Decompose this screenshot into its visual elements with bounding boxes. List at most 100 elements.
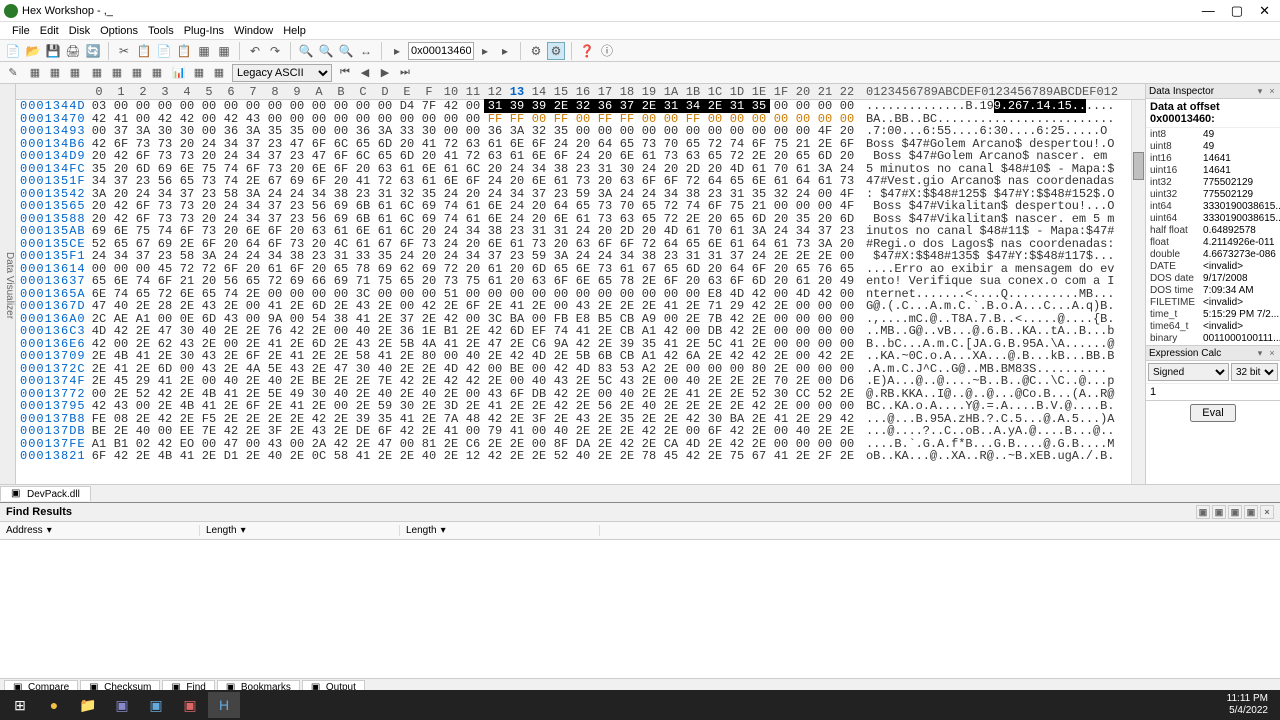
t2-7-icon[interactable]: ▦ [148, 64, 166, 82]
find-col-address[interactable]: Address [6, 525, 43, 536]
hex-row[interactable]: 0001344D0300000000000000000000000000D47F… [16, 100, 1145, 113]
chart-icon[interactable]: 📊 [170, 64, 188, 82]
expr-body[interactable]: 1 [1146, 384, 1280, 400]
menu-tools[interactable]: Tools [148, 25, 174, 37]
menu-disk[interactable]: Disk [69, 25, 90, 37]
inspector-row[interactable]: DATE<invalid> [1146, 260, 1280, 272]
hex-row[interactable]: 00013637656E746F212056657269666971756520… [16, 275, 1145, 288]
inspector-row[interactable]: float4.2114926e-011 [1146, 236, 1280, 248]
inspector-row[interactable]: uint32775502129 [1146, 188, 1280, 200]
hex-row[interactable]: 00013772002E52422E4B412E5E4930402E402E40… [16, 388, 1145, 401]
inspector-row[interactable]: int643330190038615... [1146, 200, 1280, 212]
inspector-row[interactable]: int32775502129 [1146, 176, 1280, 188]
tool2-icon[interactable]: ⚙ [547, 42, 565, 60]
t2-1-icon[interactable]: ▦ [26, 64, 44, 82]
hex-row[interactable]: 000137DBBE2E4000EE7E422E3F2E432EDE6F422E… [16, 425, 1145, 438]
hex-row[interactable]: 000135AB696E75746F73206E6F2063616E616C20… [16, 225, 1145, 238]
inspector-row[interactable]: half float0.64892578 [1146, 224, 1280, 236]
hex-row[interactable]: 0001365A6E7465726E65742E000000003C000000… [16, 288, 1145, 301]
cut-icon[interactable]: ✂ [115, 42, 133, 60]
bits-select[interactable]: 32 bit [1231, 363, 1278, 381]
last-icon[interactable]: ⏭ [396, 64, 414, 82]
inspector-row[interactable]: DOS date9/17/2008 [1146, 272, 1280, 284]
t2-3-icon[interactable]: ▦ [66, 64, 84, 82]
vscroll-thumb[interactable] [1133, 152, 1144, 180]
t2-5-icon[interactable]: ▦ [108, 64, 126, 82]
menu-window[interactable]: Window [234, 25, 273, 37]
find-col-length1[interactable]: Length [206, 525, 237, 536]
menu-help[interactable]: Help [283, 25, 306, 37]
find-icon[interactable]: 🔍 [297, 42, 315, 60]
go-icon[interactable]: ▸ [476, 42, 494, 60]
hex-row[interactable]: 0001358820426F7373202434372356696B616C69… [16, 213, 1145, 226]
close-button[interactable]: ✕ [1259, 3, 1270, 19]
find-next-icon[interactable]: 🔍 [317, 42, 335, 60]
app3-icon[interactable]: ▣ [140, 692, 172, 718]
hex-row[interactable]: 0001374F2E4529412E00402E402EBE2E2E7E422E… [16, 375, 1145, 388]
hex-row[interactable]: 0001372C2E412E6D00432E4A5E432E4730402E2E… [16, 363, 1145, 376]
pin2-icon[interactable]: ▾ [1255, 348, 1265, 358]
inspector-row[interactable]: FILETIME<invalid> [1146, 296, 1280, 308]
next-icon[interactable]: ▶ [376, 64, 394, 82]
hex-row[interactable]: 000136A02CAEA1000E6D43009A005438412E372E… [16, 313, 1145, 326]
hex-row[interactable]: 000137954243002E4B412E6F2E412E002E59302E… [16, 400, 1145, 413]
hex-row[interactable]: 000134B6426F73732024343723476F6C656D2041… [16, 138, 1145, 151]
charset-select[interactable]: Legacy ASCII [232, 64, 332, 82]
sort3-icon[interactable]: ▾ [441, 525, 446, 536]
app2-icon[interactable]: ▣ [106, 692, 138, 718]
tool1-icon[interactable]: ⚙ [527, 42, 545, 60]
hex-pane[interactable]: 0123456789ABCDEF101112131415161718191A1B… [16, 84, 1146, 484]
inspector-row[interactable]: int849 [1146, 128, 1280, 140]
inspector-row[interactable]: time_t5:15:29 PM 7/2... [1146, 308, 1280, 320]
help-icon[interactable]: ❓ [578, 42, 596, 60]
print-icon[interactable]: 🖨 [64, 42, 82, 60]
hex-row[interactable]: 000135423A2024343723583A2424343823313235… [16, 188, 1145, 201]
tb-icon-b[interactable]: ▦ [215, 42, 233, 60]
hex-row[interactable]: 000134FC35206D696E75746F73206E6F2063616E… [16, 163, 1145, 176]
t2-2-icon[interactable]: ▦ [46, 64, 64, 82]
f-icon3[interactable]: ▣ [1228, 505, 1242, 519]
pencil-icon[interactable]: ✎ [4, 64, 22, 82]
f-icon2[interactable]: ▣ [1212, 505, 1226, 519]
prev-icon[interactable]: ◀ [356, 64, 374, 82]
maximize-button[interactable]: ▢ [1231, 3, 1243, 19]
inspector-row[interactable]: int1614641 [1146, 152, 1280, 164]
hex-row[interactable]: 000134D920426F73732024343723476F6C656D20… [16, 150, 1145, 163]
hex-row[interactable]: 000137B8FE082E422EF52E2E2E2E422E3935412E… [16, 413, 1145, 426]
eval-button[interactable]: Eval [1190, 404, 1235, 422]
paste-icon[interactable]: 📄 [155, 42, 173, 60]
inspector-row[interactable]: uint1614641 [1146, 164, 1280, 176]
hex-row[interactable]: 000136C34D422E4730402E2E76422E00402E361E… [16, 325, 1145, 338]
hex-row[interactable]: 000136140000004572726F20616F206578696269… [16, 263, 1145, 276]
goto-icon[interactable]: ↔ [357, 42, 375, 60]
sort2-icon[interactable]: ▾ [241, 525, 246, 536]
tb-icon-a[interactable]: ▦ [195, 42, 213, 60]
f-icon4[interactable]: ▣ [1244, 505, 1258, 519]
inspector-row[interactable]: binary0011000100111... [1146, 332, 1280, 344]
close-panel-icon[interactable]: × [1267, 86, 1277, 96]
signed-select[interactable]: Signed [1148, 363, 1229, 381]
hex-row[interactable]: 0001351F343723566573742E67696F2041726361… [16, 175, 1145, 188]
inspector-row[interactable]: double4.6673273e-086 [1146, 248, 1280, 260]
new-icon[interactable]: 📄 [4, 42, 22, 60]
addr-icon[interactable]: ▸ [388, 42, 406, 60]
hex-row[interactable]: 000138216F422E4B412ED12E402E0C58412E2E40… [16, 450, 1145, 463]
t2-6-icon[interactable]: ▦ [128, 64, 146, 82]
hex-row[interactable]: 0001347042410042420042430000000000000000… [16, 113, 1145, 126]
t2-8-icon[interactable]: ▦ [210, 64, 228, 82]
open-icon[interactable]: 📂 [24, 42, 42, 60]
about-icon[interactable]: ⓘ [598, 42, 616, 60]
menu-edit[interactable]: Edit [40, 25, 59, 37]
menu-options[interactable]: Options [100, 25, 138, 37]
hex-row[interactable]: 000137092E4B412E30432E6F2E412E2E58412E80… [16, 350, 1145, 363]
inspector-row[interactable]: time64_t<invalid> [1146, 320, 1280, 332]
replace-icon[interactable]: 🔍 [337, 42, 355, 60]
hex-row[interactable]: 000137FEA1B10242EO00470043002A422E470081… [16, 438, 1145, 451]
find-col-length2[interactable]: Length [406, 525, 437, 536]
start-button[interactable]: ⊞ [4, 692, 36, 718]
hex-row[interactable]: 000136E642002E62432E002E412E6D2E432E5B4A… [16, 338, 1145, 351]
hex-row[interactable]: 0001356520426F7373202434372356696B616C69… [16, 200, 1145, 213]
redo-icon[interactable]: ↷ [266, 42, 284, 60]
hex-row[interactable]: 0001367D47402E282E432E00412E6D2E432E0042… [16, 300, 1145, 313]
inspector-row[interactable]: DOS time7:09:34 AM [1146, 284, 1280, 296]
